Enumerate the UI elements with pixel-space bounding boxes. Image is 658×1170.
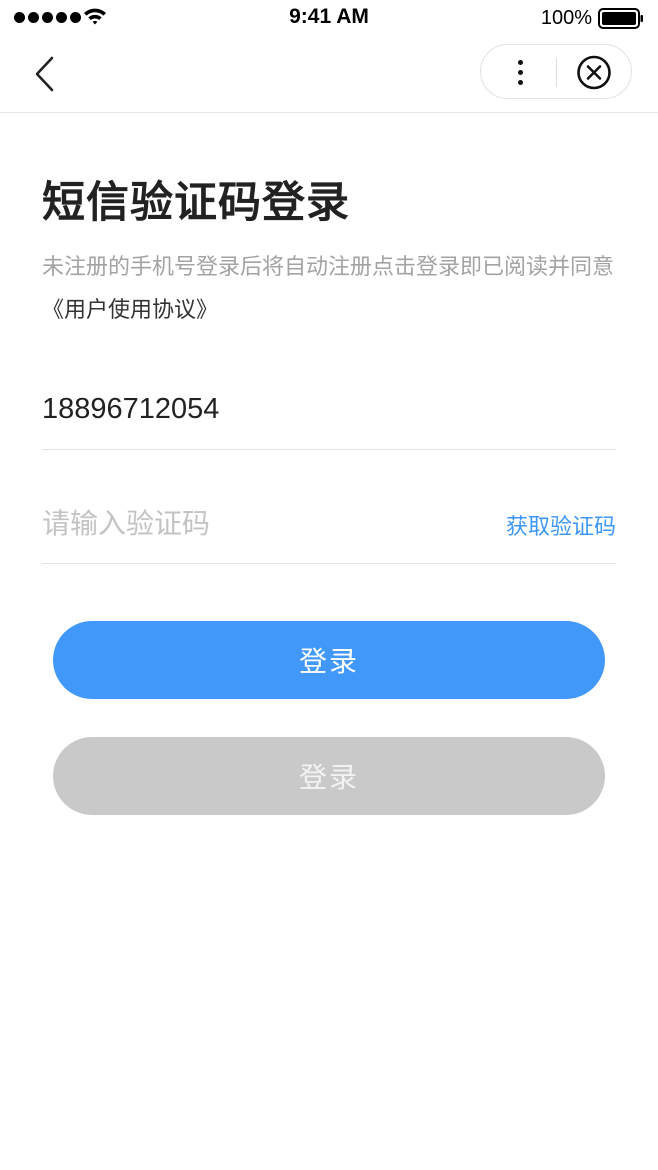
login-button[interactable]: 登录 <box>53 621 605 699</box>
page-title: 短信验证码登录 <box>42 178 350 228</box>
phone-input[interactable] <box>42 389 462 429</box>
battery-icon <box>598 8 643 29</box>
close-circle-icon <box>577 55 611 90</box>
page-subtitle: 未注册的手机号登录后将自动注册点击登录即已阅读并同意《用户使用协议》 <box>42 246 622 332</box>
user-agreement-link[interactable]: 《用户使用协议》 <box>42 298 218 323</box>
verification-code-input[interactable] <box>42 503 462 543</box>
battery-percent: 100% <box>540 7 592 29</box>
login-button-disabled[interactable]: 登录 <box>53 737 605 815</box>
more-button[interactable] <box>481 45 557 100</box>
back-button[interactable] <box>28 54 64 94</box>
status-bar: 9:41 AM 100% <box>0 0 658 36</box>
verification-code-field: 获取验证码 <box>42 474 616 564</box>
nav-bar <box>0 36 658 113</box>
close-button[interactable] <box>557 45 633 100</box>
subtitle-text: 未注册的手机号登录后将自动注册点击登录即已阅读并同意 <box>42 255 615 280</box>
phone-field <box>42 360 616 450</box>
more-vertical-icon <box>518 60 523 65</box>
login-screen: 9:41 AM 100% 短信验证码登录 未注册的手机号登录后将自动注册点击登录… <box>0 0 658 1170</box>
get-code-button[interactable]: 获取验证码 <box>506 509 616 541</box>
chevron-left-icon <box>35 56 54 92</box>
mini-program-capsule <box>480 44 632 99</box>
